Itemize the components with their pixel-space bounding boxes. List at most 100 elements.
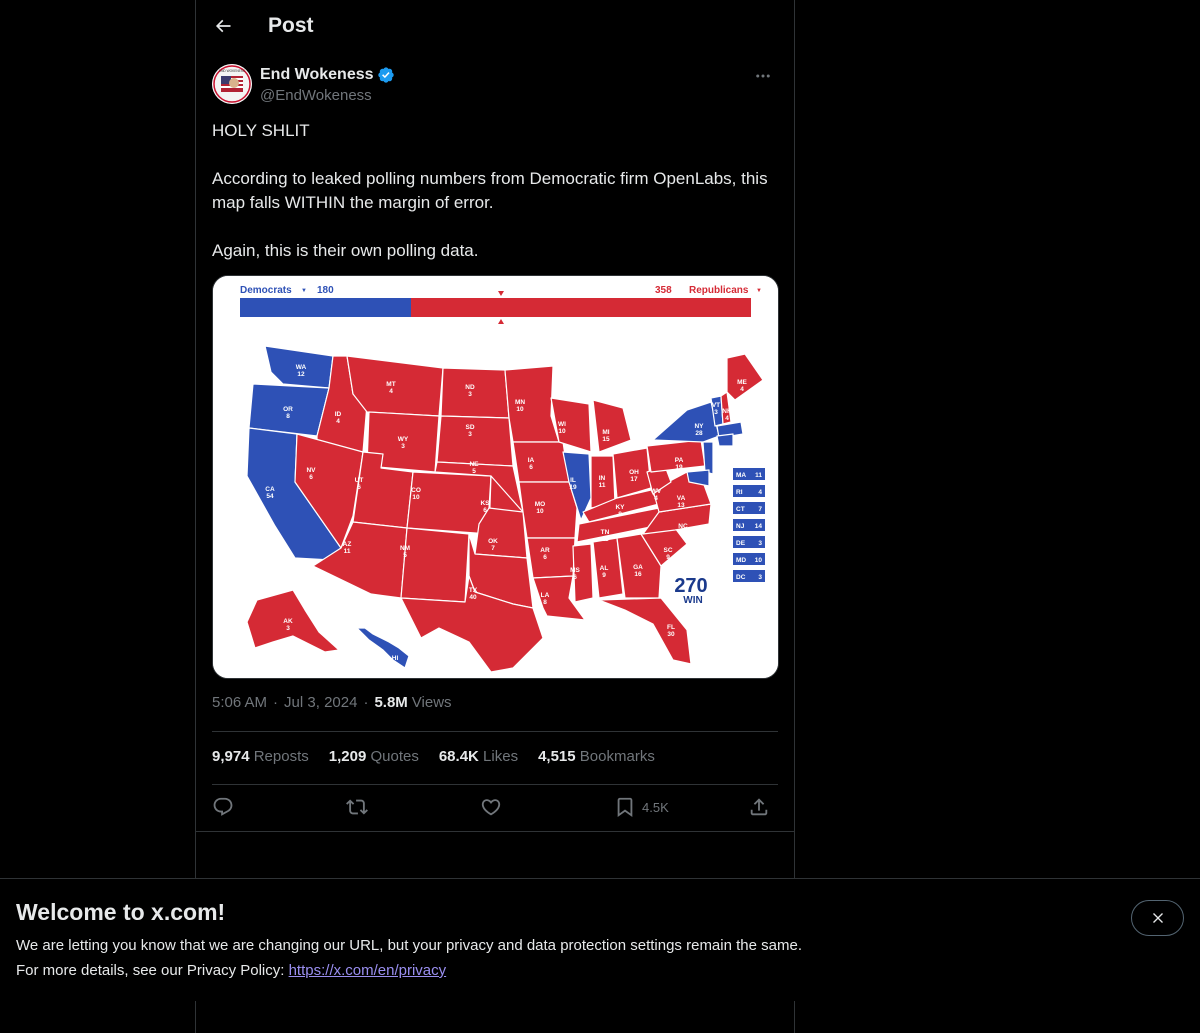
state-label-hi: HI xyxy=(392,655,399,662)
state-ev-in: 11 xyxy=(599,482,606,489)
state-ev-nm: 5 xyxy=(403,552,407,559)
repost-button[interactable] xyxy=(346,796,368,818)
state-label-nc: NC xyxy=(678,523,688,530)
state-label-ak: AK xyxy=(283,618,293,625)
meta-separator: · xyxy=(363,694,369,711)
state-ev-ca: 54 xyxy=(266,493,274,500)
reposts-count: 9,974 xyxy=(212,748,250,765)
reposts-label: Reposts xyxy=(253,748,309,765)
state-ev-il: 19 xyxy=(569,484,577,491)
author-handle[interactable]: @EndWokeness xyxy=(260,87,372,104)
state-ev-mn: 10 xyxy=(516,406,524,413)
post-time[interactable]: 5:06 AM xyxy=(212,694,267,711)
post-image[interactable]: Democrats ▼ 180 358 Republicans ▼ WA 12 … xyxy=(212,275,779,679)
state-label-ga: GA xyxy=(633,564,643,571)
state-ev-ks: 6 xyxy=(483,507,487,514)
small-state-label-ct: CT xyxy=(736,506,745,513)
likes-stat[interactable]: 68.4K Likes xyxy=(439,748,518,765)
dem-bar xyxy=(240,298,411,317)
rep-value: 358 xyxy=(655,285,672,296)
state-label-ca: CA xyxy=(265,486,275,493)
state-ev-ga: 16 xyxy=(634,571,642,578)
state-ev-id: 4 xyxy=(336,418,340,425)
state-label-co: CO xyxy=(411,487,421,494)
small-state-ev-dc: 3 xyxy=(758,574,762,581)
state-label-sc: SC xyxy=(663,547,672,554)
state-ev-tx: 40 xyxy=(469,594,477,601)
state-ev-fl: 30 xyxy=(667,631,675,638)
more-options-button[interactable] xyxy=(748,64,778,88)
arrow-left-icon xyxy=(215,19,231,33)
reply-button[interactable] xyxy=(212,796,234,818)
state-mn xyxy=(504,365,560,443)
post-stats: 9,974 Reposts 1,209 Quotes 68.4K Likes 4… xyxy=(212,748,655,765)
state-label-ky: KY xyxy=(615,504,625,511)
privacy-link[interactable]: https://x.com/en/privacy xyxy=(289,962,447,979)
post-header: Post xyxy=(196,0,794,54)
state-ev-hi: 4 xyxy=(393,662,397,669)
divider xyxy=(196,831,794,832)
dem-label: Democrats xyxy=(240,285,292,296)
back-button[interactable] xyxy=(206,9,240,43)
state-ev-ut: 6 xyxy=(357,484,361,491)
state-label-ks: KS xyxy=(480,500,490,507)
state-ev-ky: 8 xyxy=(618,511,622,518)
state-ev-ms: 6 xyxy=(573,574,577,581)
share-button[interactable] xyxy=(748,796,770,818)
state-ev-tn: 11 xyxy=(602,536,609,543)
repost-icon xyxy=(346,799,368,815)
meta-separator: · xyxy=(273,694,279,711)
bookmarks-stat[interactable]: 4,515 Bookmarks xyxy=(538,748,655,765)
state-ar xyxy=(526,537,576,579)
bookmark-icon xyxy=(617,797,633,818)
share-icon xyxy=(750,798,768,816)
state-label-ny: NY xyxy=(694,423,704,430)
state-ev-ak: 3 xyxy=(286,625,290,632)
views-count: 5.8M xyxy=(374,694,408,711)
reply-icon xyxy=(213,797,233,816)
state-label-or: OR xyxy=(283,406,293,413)
bookmark-button[interactable]: 4.5K xyxy=(614,796,669,818)
bookmarks-label: Bookmarks xyxy=(579,748,655,765)
state-label-mo: MO xyxy=(535,501,545,508)
state-label-il: IL xyxy=(570,477,576,484)
author-name[interactable]: End Wokeness xyxy=(260,66,374,84)
avatar[interactable]: END WOKENESS xyxy=(212,64,252,104)
views-label: Views xyxy=(411,694,452,711)
state-ev-nv: 6 xyxy=(309,474,313,481)
state-label-mn: MN xyxy=(515,399,525,406)
banner-close-button[interactable] xyxy=(1131,900,1184,936)
small-state-ev-ma: 11 xyxy=(755,472,762,479)
state-label-ar: AR xyxy=(540,547,550,554)
post-date[interactable]: Jul 3, 2024 xyxy=(284,694,357,711)
like-button[interactable] xyxy=(480,796,502,818)
state-label-nh: NH xyxy=(722,408,732,415)
dem-value: 180 xyxy=(317,285,334,296)
state-ev-me: 4 xyxy=(740,386,744,393)
state-label-ne: NE xyxy=(469,461,479,468)
small-state-label-dc: DC xyxy=(736,574,746,581)
state-ev-pa: 19 xyxy=(675,464,683,471)
more-dots-icon xyxy=(756,74,770,78)
state-sd xyxy=(436,415,514,467)
page-title: Post xyxy=(268,14,314,37)
likes-count: 68.4K xyxy=(438,748,479,765)
post-paragraph: According to leaked polling numbers from… xyxy=(212,169,768,212)
post-author: END WOKENESS End Wokeness @EndWokeness xyxy=(212,64,778,108)
author-name-row[interactable]: End Wokeness xyxy=(260,66,395,84)
state-label-nd: ND xyxy=(465,384,475,391)
state-label-tn: TN xyxy=(601,529,610,536)
state-ia xyxy=(512,441,570,483)
small-state-ev-ri: 4 xyxy=(758,489,762,496)
reposts-stat[interactable]: 9,974 Reposts xyxy=(212,748,309,765)
small-state-ev-md: 10 xyxy=(755,557,763,564)
state-mo xyxy=(518,481,578,539)
small-state-ev-de: 3 xyxy=(758,540,762,547)
state-nm xyxy=(400,527,470,603)
state-label-mi: MI xyxy=(602,429,609,436)
quotes-count: 1,209 xyxy=(328,748,367,765)
state-ev-az: 11 xyxy=(344,548,351,555)
state-ev-sd: 3 xyxy=(468,431,472,438)
quotes-stat[interactable]: 1,209 Quotes xyxy=(329,748,419,765)
state-label-ms: MS xyxy=(570,567,580,574)
